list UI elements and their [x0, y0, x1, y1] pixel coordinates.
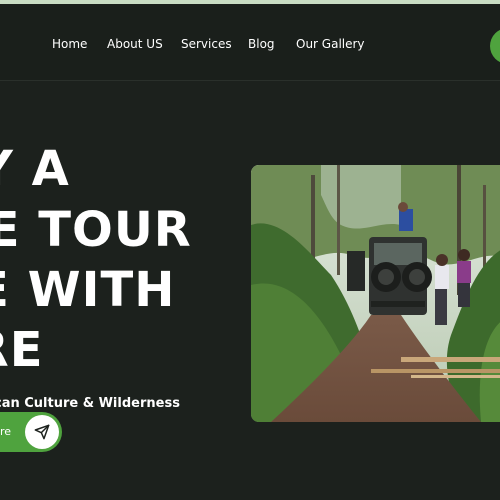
nav-item-our-gallery[interactable]: Our Gallery	[296, 37, 365, 51]
nav-item-services[interactable]: Services	[181, 37, 232, 51]
hero-title-line-2: ME TOUR	[0, 202, 192, 258]
paper-plane-icon	[25, 415, 59, 449]
explore-button-label: re	[0, 425, 12, 438]
nav-item-home[interactable]: Home	[52, 37, 87, 51]
hero-image	[251, 165, 500, 422]
page: Home About US Services Blog Our Gallery …	[0, 0, 500, 500]
navbar: Home About US Services Blog Our Gallery	[0, 4, 500, 81]
hero-image-art	[251, 165, 500, 422]
explore-button[interactable]: re	[0, 412, 62, 452]
nav-cta-button[interactable]	[490, 28, 500, 64]
hero-title-line-1: OY A	[0, 141, 70, 197]
hero-title-line-4: ERE	[0, 322, 44, 378]
nav-item-about-us[interactable]: About US	[107, 37, 163, 51]
nav-item-blog[interactable]: Blog	[248, 37, 275, 51]
hero-title-line-3: VE WITH	[0, 262, 176, 318]
hero-subtitle: can Culture & Wilderness	[0, 396, 180, 411]
